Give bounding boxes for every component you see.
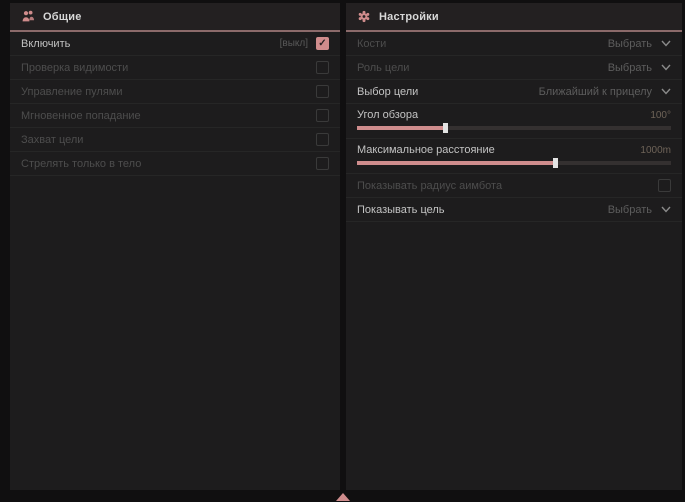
- dropdown-value: Ближайший к прицелу: [539, 86, 652, 98]
- slider-track[interactable]: [357, 161, 671, 165]
- checkbox[interactable]: [316, 133, 329, 146]
- chevron-down-icon: [661, 40, 671, 47]
- row-controls: [316, 61, 329, 74]
- dropdown-value: Выбрать: [608, 38, 652, 50]
- checkbox-label: Включить: [21, 38, 70, 50]
- row-controls: Выбрать: [608, 38, 671, 50]
- row-controls: [выкл] ✓: [280, 37, 329, 50]
- panel-general: Общие Включить [выкл] ✓ Проверка видимости Уп…: [10, 3, 340, 490]
- panel-title: Общие: [43, 11, 82, 23]
- panel-header-settings: Настройки: [346, 3, 682, 32]
- checkbox[interactable]: [316, 85, 329, 98]
- dropdown-label: Кости: [357, 38, 386, 50]
- slider-label: Угол обзора: [357, 109, 418, 121]
- chevron-down-icon: [661, 88, 671, 95]
- checkbox-label: Проверка видимости: [21, 62, 128, 74]
- checkbox[interactable]: [658, 179, 671, 192]
- row-controls: [658, 179, 671, 192]
- checkbox[interactable]: [316, 109, 329, 122]
- dropdown-1[interactable]: Выбрать: [608, 62, 671, 74]
- chevron-down-icon: [661, 206, 671, 213]
- row-controls: [316, 109, 329, 122]
- slider-value: 100°: [650, 110, 671, 121]
- slider-track[interactable]: [357, 126, 671, 130]
- row-controls: [316, 85, 329, 98]
- checkbox-label: Захват цели: [21, 134, 83, 146]
- row-controls: [316, 133, 329, 146]
- checkbox-label: Показывать радиус аимбота: [357, 180, 502, 192]
- hotkey-tag: [выкл]: [280, 38, 308, 49]
- scroll-up-indicator[interactable]: [336, 493, 350, 501]
- cheat-menu-screen: Общие Включить [выкл] ✓ Проверка видимости Уп…: [0, 0, 685, 502]
- slider-row: Максимальное расстояние 1000m: [346, 139, 682, 174]
- panel-header-general: Общие: [10, 3, 340, 32]
- slider-handle[interactable]: [443, 123, 448, 133]
- panel-title: Настройки: [379, 11, 439, 23]
- slider-row: Угол обзора 100°: [346, 104, 682, 139]
- users-icon: [21, 10, 35, 23]
- checkbox[interactable]: [316, 61, 329, 74]
- dropdown-value: Выбрать: [608, 204, 652, 216]
- dropdown-2[interactable]: Ближайший к прицелу: [539, 86, 671, 98]
- gear-icon: [357, 10, 371, 23]
- dropdown-row: Выбор цели Ближайший к прицелу: [346, 80, 682, 104]
- dropdown-row: Роль цели Выбрать: [346, 56, 682, 80]
- checkbox[interactable]: ✓: [316, 37, 329, 50]
- check-icon: ✓: [318, 39, 326, 49]
- row-controls: Ближайший к прицелу: [539, 86, 671, 98]
- row-controls: Выбрать: [608, 204, 671, 216]
- panel-rows: Кости Выбрать Роль цели Выбрать Выбор цели Бл…: [346, 32, 682, 222]
- slider-fill: [357, 161, 555, 165]
- checkbox-row: Включить [выкл] ✓: [10, 32, 340, 56]
- panel-rows: Включить [выкл] ✓ Проверка видимости Управле…: [10, 32, 340, 176]
- checkbox-row: Проверка видимости: [10, 56, 340, 80]
- checkbox[interactable]: [316, 157, 329, 170]
- dropdown-label: Выбор цели: [357, 86, 418, 98]
- slider-header: Угол обзора 100°: [357, 109, 671, 121]
- checkbox-label: Управление пулями: [21, 86, 123, 98]
- dropdown-label: Показывать цель: [357, 204, 445, 216]
- dropdown-row: Кости Выбрать: [346, 32, 682, 56]
- checkbox-label: Стрелять только в тело: [21, 158, 141, 170]
- slider-fill: [357, 126, 445, 130]
- checkbox-label: Мгновенное попадание: [21, 110, 141, 122]
- chevron-down-icon: [661, 64, 671, 71]
- checkbox-row: Управление пулями: [10, 80, 340, 104]
- dropdown-value: Выбрать: [608, 62, 652, 74]
- slider-label: Максимальное расстояние: [357, 144, 495, 156]
- dropdown-6[interactable]: Выбрать: [608, 204, 671, 216]
- row-controls: Выбрать: [608, 62, 671, 74]
- checkbox-row: Захват цели: [10, 128, 340, 152]
- slider-header: Максимальное расстояние 1000m: [357, 144, 671, 156]
- panel-settings: Настройки Кости Выбрать Роль цели Выбрать Выб…: [346, 3, 682, 490]
- dropdown-0[interactable]: Выбрать: [608, 38, 671, 50]
- dropdown-row: Показывать цель Выбрать: [346, 198, 682, 222]
- dropdown-label: Роль цели: [357, 62, 409, 74]
- checkbox-row: Мгновенное попадание: [10, 104, 340, 128]
- slider-value: 1000m: [640, 145, 671, 156]
- checkbox-row: Стрелять только в тело: [10, 152, 340, 176]
- slider-handle[interactable]: [553, 158, 558, 168]
- row-controls: [316, 157, 329, 170]
- checkbox-row: Показывать радиус аимбота: [346, 174, 682, 198]
